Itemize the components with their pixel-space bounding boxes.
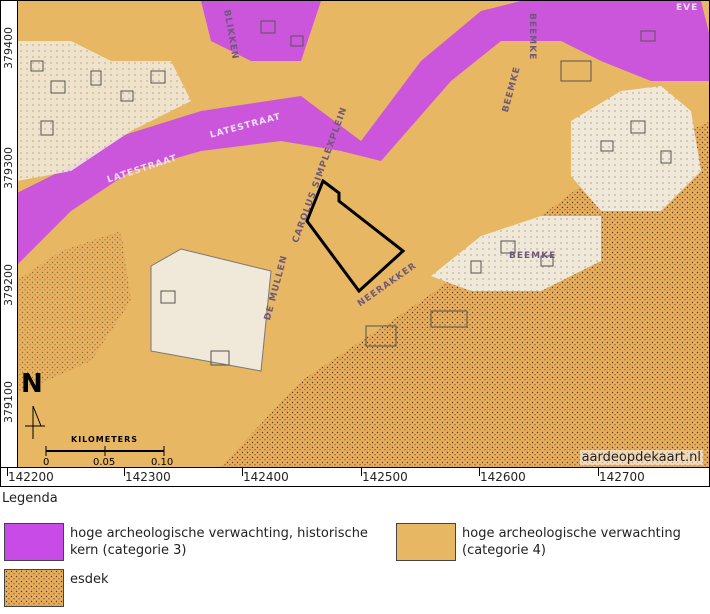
x-tick: 142200	[8, 470, 54, 484]
map-view[interactable]: N KILOMETERS 0 0.05 0.10 BLIKKEN BEEMKE …	[0, 0, 710, 487]
y-tick: 379200	[2, 264, 15, 306]
legend-label: esdek	[70, 572, 109, 587]
legend-item-category4: hoge archeologische verwachting (categor…	[396, 523, 702, 561]
north-label: N	[21, 369, 43, 399]
legend-swatch	[4, 523, 64, 561]
street-leve: EVE	[676, 3, 699, 13]
scale-title: KILOMETERS	[71, 435, 139, 444]
y-axis: 379400 379300 379200 379100	[1, 1, 18, 467]
map-credit: aardeopdekaart.nl	[579, 450, 703, 465]
legend-item-esdek: esdek	[4, 569, 109, 607]
x-axis: 142200 142300 142400 142500 142600 14270…	[1, 467, 709, 486]
x-tick: 142400	[243, 470, 289, 484]
y-tick: 379300	[2, 147, 15, 189]
legend: Legenda hoge archeologische verwachting,…	[0, 487, 710, 614]
y-tick: 379100	[2, 381, 15, 423]
street-beemke-3: BEEMKE	[509, 251, 557, 261]
legend-title: Legenda	[2, 491, 58, 506]
y-tick: 379400	[2, 27, 15, 69]
x-tick: 142300	[125, 470, 171, 484]
map-canvas	[1, 1, 709, 486]
legend-item-historic-core: hoge archeologische verwachting, histori…	[4, 523, 380, 561]
legend-label: hoge archeologische verwachting (categor…	[462, 526, 681, 558]
legend-swatch	[396, 523, 456, 561]
legend-label: hoge archeologische verwachting, histori…	[70, 526, 368, 558]
x-tick: 142600	[480, 470, 526, 484]
x-tick: 142500	[362, 470, 408, 484]
street-beemke-1: BEEMKE	[527, 13, 537, 61]
legend-swatch	[4, 569, 64, 607]
x-tick: 142700	[599, 470, 645, 484]
